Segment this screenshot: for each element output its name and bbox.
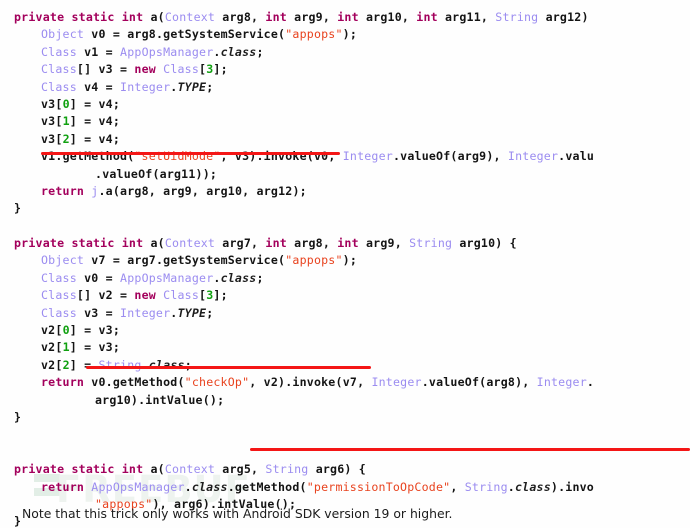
code-line-text: v3[2] = v4;: [41, 131, 121, 146]
code-line-text: Class v1 = AppOpsManager.class;: [41, 44, 264, 59]
code-line-text: }: [14, 201, 22, 216]
code-line-text: Class v0 = AppOpsManager.class;: [41, 270, 264, 285]
code-line: Object v0 = arg8.getSystemService("appop…: [0, 26, 690, 43]
annotation-underline: [86, 366, 371, 369]
code-line: return AppOpsManager.class.getMethod("pe…: [0, 479, 690, 496]
code-line-text: return j.a(arg8, arg9, arg10, arg12);: [41, 183, 307, 198]
code-screenshot: FREEBUF private static int a(Context arg…: [0, 0, 690, 528]
code-line: Class v3 = Integer.TYPE;: [0, 305, 690, 322]
caption-text: Note that this trick only works with And…: [22, 506, 453, 521]
code-line: v2[1] = v3;: [0, 339, 690, 356]
code-line: .valueOf(arg11));: [0, 166, 690, 183]
code-line-text: v1.getMethod("setUidMode", v3).invoke(v0…: [41, 149, 595, 164]
code-line-text: Object v7 = arg7.getSystemService("appop…: [41, 253, 358, 268]
code-line-text: private static int a(Context arg5, Strin…: [14, 462, 366, 477]
code-line-text: Class v3 = Integer.TYPE;: [41, 305, 214, 320]
code-line-text: v2[0] = v3;: [41, 323, 121, 338]
annotation-underline: [250, 448, 690, 451]
code-line: }: [0, 200, 690, 217]
code-line: v3[1] = v4;: [0, 113, 690, 130]
code-line: return v0.getMethod("checkOp", v2).invok…: [0, 374, 690, 391]
code-line: private static int a(Context arg7, int a…: [0, 235, 690, 252]
code-line: Class[] v2 = new Class[3];: [0, 287, 690, 304]
code-line: Class v0 = AppOpsManager.class;: [0, 270, 690, 287]
code-line: v3[0] = v4;: [0, 96, 690, 113]
code-line-text: Class[] v3 = new Class[3];: [41, 62, 228, 77]
code-line-text: v3[0] = v4;: [41, 96, 121, 111]
code-line-text: private static int a(Context arg8, int a…: [14, 10, 589, 24]
code-line: Class[] v3 = new Class[3];: [0, 61, 690, 78]
code-line-text: Class v4 = Integer.TYPE;: [41, 79, 214, 94]
code-line: return j.a(arg8, arg9, arg10, arg12);: [0, 183, 690, 200]
annotation-underline: [41, 152, 340, 155]
code-line-text: return v0.getMethod("checkOp", v2).invok…: [41, 375, 595, 390]
code-line: Class v4 = Integer.TYPE;: [0, 79, 690, 96]
code-line-text: v3[1] = v4;: [41, 114, 121, 129]
code-line-text: }: [14, 409, 22, 424]
code-line-text: }: [14, 514, 22, 528]
code-line-text: arg10).intValue();: [95, 392, 225, 407]
code-line: v2[0] = v3;: [0, 322, 690, 339]
code-line-text: return AppOpsManager.class.getMethod("pe…: [41, 479, 594, 494]
code-line-text: .valueOf(arg11));: [95, 166, 218, 181]
code-line: v3[2] = v4;: [0, 131, 690, 148]
code-line: arg10).intValue();: [0, 392, 690, 409]
code-line: Object v7 = arg7.getSystemService("appop…: [0, 252, 690, 269]
code-line: v1.getMethod("setUidMode", v3).invoke(v0…: [0, 148, 690, 165]
code-line-text: Class[] v2 = new Class[3];: [41, 288, 228, 303]
code-line: private static int a(Context arg5, Strin…: [0, 461, 690, 478]
code-line-text: private static int a(Context arg7, int a…: [14, 236, 517, 251]
code-line: }: [0, 409, 690, 426]
code-line: Class v1 = AppOpsManager.class;: [0, 44, 690, 61]
code-line: private static int a(Context arg8, int a…: [0, 9, 690, 26]
code-line-text: Object v0 = arg8.getSystemService("appop…: [41, 27, 358, 42]
code-line-text: v2[1] = v3;: [41, 340, 121, 355]
